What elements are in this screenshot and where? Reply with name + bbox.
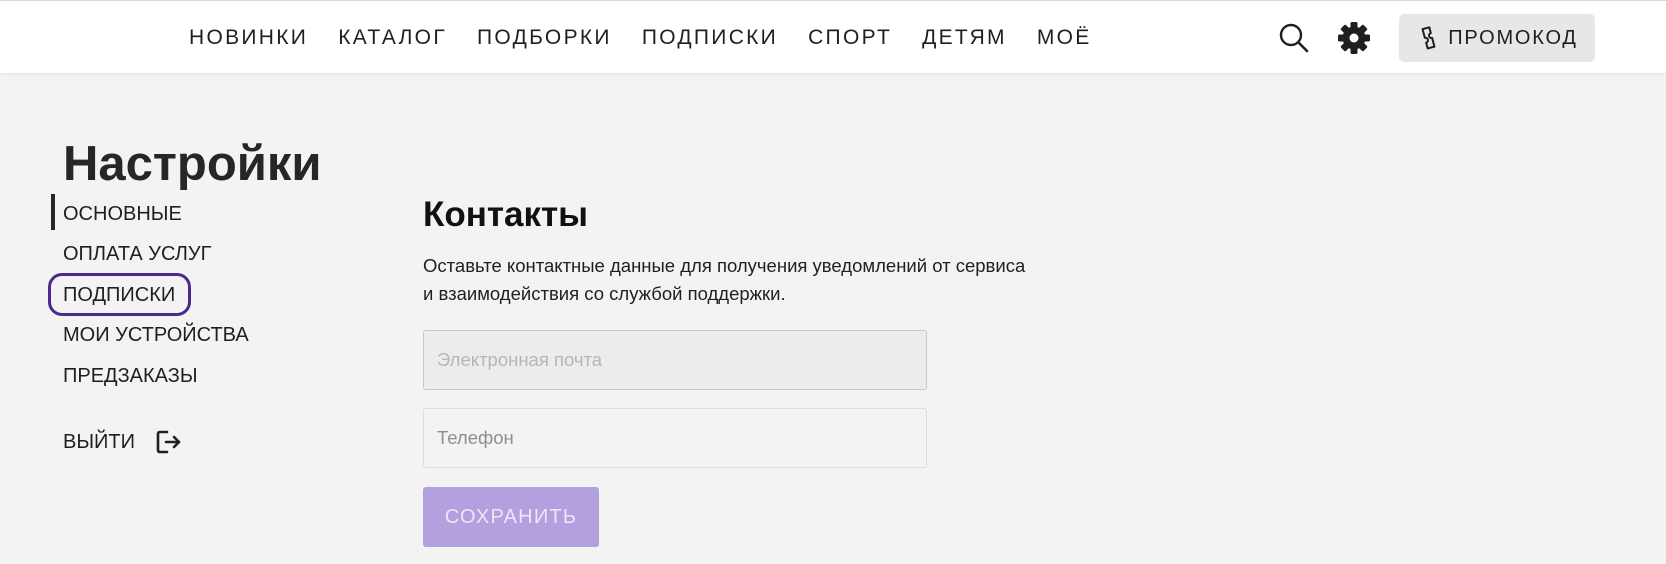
sidebar-item-payment[interactable]: ОПЛАТА УСЛУГ (63, 243, 211, 266)
logout-label: ВЫЙТИ (63, 430, 136, 453)
nav-item-subscriptions[interactable]: ПОДПИСКИ (642, 26, 778, 50)
contacts-description-line-1: Оставьте контактные данные для получения… (423, 255, 1026, 276)
nav-item-sport[interactable]: СПОРТ (808, 26, 892, 50)
gear-icon (1338, 22, 1370, 54)
nav-item-collections[interactable]: ПОДБОРКИ (477, 26, 612, 50)
contacts-title: Контакты (423, 195, 589, 234)
phone-field[interactable] (423, 408, 927, 468)
sidebar-item-preorders[interactable]: ПРЕДЗАКАЗЫ (63, 365, 198, 388)
promocode-label: ПРОМОКОД (1448, 26, 1578, 49)
contacts-description-line-2: и взаимодействия со службой поддержки. (423, 283, 786, 304)
ticket-icon (1421, 26, 1436, 50)
nav-item-kids[interactable]: ДЕТЯМ (922, 26, 1007, 50)
nav-item-catalog[interactable]: КАТАЛОГ (338, 26, 447, 50)
nav-item-new[interactable]: НОВИНКИ (189, 26, 308, 50)
active-item-indicator (51, 194, 55, 230)
search-button[interactable] (1277, 21, 1311, 55)
email-field[interactable] (423, 330, 927, 390)
main-nav: НОВИНКИ КАТАЛОГ ПОДБОРКИ ПОДПИСКИ СПОРТ … (189, 1, 1092, 74)
search-icon (1279, 23, 1309, 53)
sidebar-item-subscriptions[interactable]: ПОДПИСКИ (63, 284, 175, 307)
save-button[interactable]: СОХРАНИТЬ (423, 487, 599, 547)
sidebar-item-devices[interactable]: МОИ УСТРОЙСТВА (63, 324, 249, 347)
top-header: НОВИНКИ КАТАЛОГ ПОДБОРКИ ПОДПИСКИ СПОРТ … (0, 0, 1666, 73)
logout-button[interactable]: ВЫЙТИ (63, 428, 183, 456)
promocode-button[interactable]: ПРОМОКОД (1399, 14, 1595, 62)
nav-item-my[interactable]: МОЁ (1037, 26, 1092, 50)
contacts-description: Оставьте контактные данные для получения… (423, 252, 1103, 308)
page-title: Настройки (63, 137, 322, 191)
sidebar-item-general[interactable]: ОСНОВНЫЕ (63, 203, 182, 226)
settings-button[interactable] (1337, 21, 1371, 55)
logout-icon (156, 430, 181, 454)
